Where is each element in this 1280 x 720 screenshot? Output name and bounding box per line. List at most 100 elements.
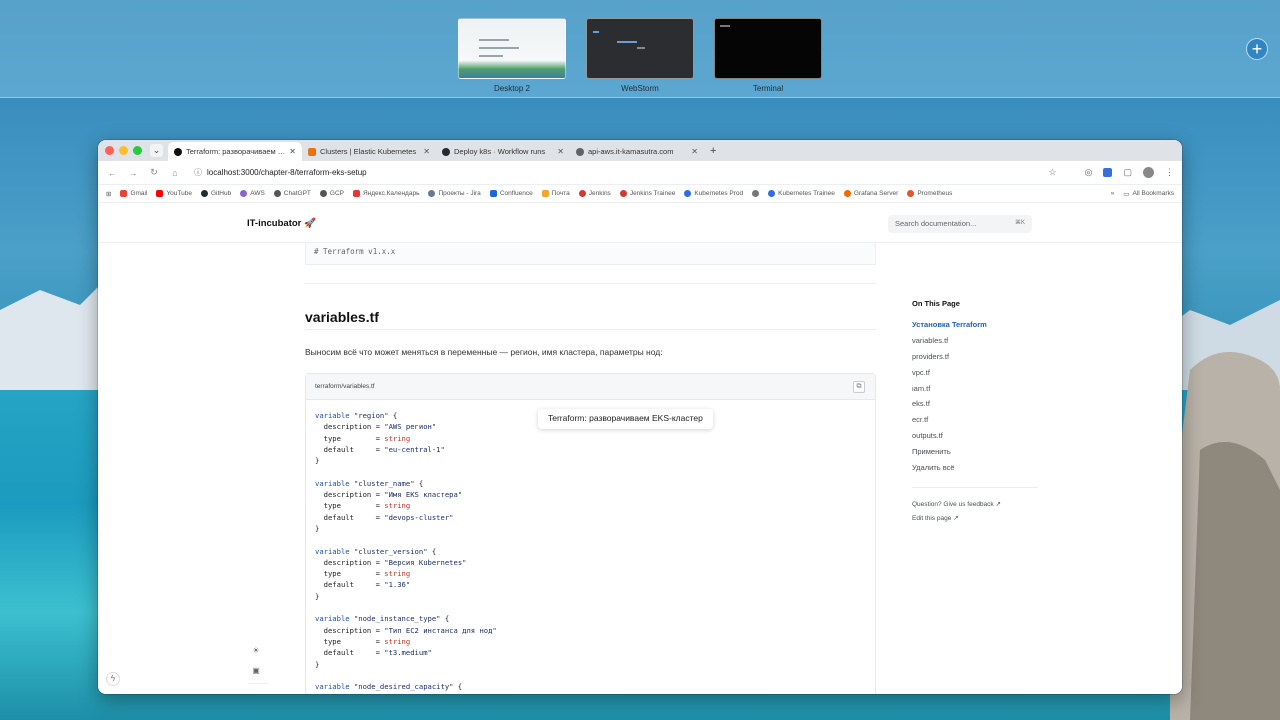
menu-kebab-icon[interactable]: ⋮ <box>1165 167 1174 178</box>
bookmark-item[interactable]: Jenkins <box>578 190 611 197</box>
space-desktop-2[interactable]: Desktop 2 <box>458 18 566 96</box>
tab-deploy[interactable]: Deploy k8s · Workflow runs ✕ <box>436 142 570 161</box>
toc-item[interactable]: outputs.tf <box>912 431 1042 447</box>
code-token: variable <box>315 478 354 488</box>
bookmark-item[interactable]: AWS <box>240 190 265 197</box>
bookmark-favicon <box>319 190 327 197</box>
arrow-right-icon[interactable]: → <box>127 168 139 178</box>
bookmark-favicon <box>352 190 360 197</box>
fullscreen-window-button[interactable] <box>133 146 142 155</box>
code-token: "cluster_version" <box>353 546 428 556</box>
toc-item[interactable]: providers.tf <box>912 352 1042 368</box>
space-webstorm[interactable]: WebStorm <box>586 18 694 96</box>
toc-item[interactable]: eks.tf <box>912 399 1042 415</box>
toc-item[interactable]: Удалить всё <box>912 463 1042 479</box>
bookmark-item[interactable]: Confluence <box>489 190 533 197</box>
extensions-puzzle-icon[interactable]: ▢ <box>1123 167 1132 178</box>
bookmark-favicon <box>541 190 549 197</box>
feedback-link[interactable]: Question? Give us feedback ↗ <box>912 500 1042 514</box>
toc-item[interactable]: Установка Terraform <box>912 320 1042 336</box>
close-icon[interactable]: ✕ <box>557 147 564 156</box>
tab-title: Clusters | Elastic Kubernetes <box>320 147 417 156</box>
bookmark-label: GitHub <box>210 190 232 197</box>
tab-title: Terraform: разворачиваем EKS <box>186 147 286 156</box>
site-header: IT-incubator 🚀 Search documentation... ⌘… <box>98 203 1182 243</box>
close-window-button[interactable] <box>105 146 114 155</box>
code-token: type = <box>315 636 385 646</box>
code-token: description = <box>315 625 385 635</box>
space-terminal[interactable]: Terminal <box>714 18 822 96</box>
code-token: type = <box>315 433 385 443</box>
edit-page-link[interactable]: Edit this page ↗ <box>912 514 1042 528</box>
code-token: description = <box>315 557 385 567</box>
minimize-window-button[interactable] <box>119 146 128 155</box>
bookmark-label: Gmail <box>130 190 148 197</box>
arrow-left-icon[interactable]: ← <box>106 168 118 178</box>
bookmark-label: Jenkins Trainee <box>629 190 676 197</box>
toc-list: Установка Terraform variables.tf providers… <box>912 320 1042 479</box>
divider <box>305 283 876 284</box>
bookmark-item[interactable]: Почта <box>541 190 570 197</box>
browser-window: ⌄ Terraform: разворачиваем EKS ✕ Cluster… <box>98 140 1182 694</box>
toc-item[interactable]: variables.tf <box>912 336 1042 352</box>
extension-icon[interactable] <box>1103 168 1113 177</box>
browser-titlebar: ⌄ Terraform: разворачиваем EKS ✕ Cluster… <box>98 140 1182 161</box>
sun-icon[interactable]: ☀ <box>248 646 264 666</box>
bookmark-item[interactable] <box>752 190 760 197</box>
code-line: description = "Тип EC2 инстанса для нод" <box>315 625 866 636</box>
code-token: } <box>315 591 320 601</box>
code-line: type = string <box>315 433 866 444</box>
toc-item[interactable]: iam.tf <box>912 384 1042 400</box>
bookmark-item[interactable]: Яндекс.Календарь <box>352 190 419 197</box>
toc-item[interactable]: ecr.tf <box>912 415 1042 431</box>
code-line: } <box>315 455 866 466</box>
bookmark-item[interactable]: Prometheus <box>907 190 952 197</box>
tab-search-chevron-icon[interactable]: ⌄ <box>150 144 163 157</box>
code-line: } <box>315 659 866 670</box>
apps-grid-icon[interactable]: ⊞ <box>106 190 111 198</box>
bookmark-item[interactable]: GCP <box>319 190 344 197</box>
bookmark-item[interactable]: Grafana Server <box>843 190 898 197</box>
star-icon[interactable]: ☆ <box>1049 167 1057 178</box>
address-bar[interactable]: ⓘ localhost:3000/chapter-8/terraform-eks… <box>190 164 1040 181</box>
bookmark-item[interactable]: Проекты - Jira <box>428 190 481 197</box>
bookmark-item[interactable]: Gmail <box>120 190 147 197</box>
bolt-icon[interactable]: ϟ <box>106 672 120 686</box>
copy-icon[interactable]: ⧉ <box>853 381 865 393</box>
site-info-icon[interactable]: ⓘ <box>194 167 202 178</box>
code-token: } <box>315 456 320 466</box>
bookmark-item[interactable]: YouTube <box>156 190 192 197</box>
code-line: variable "cluster_name" { <box>315 478 866 489</box>
bookmark-item[interactable]: Kubernetes Trainee <box>768 190 835 197</box>
bookmark-item[interactable]: Jenkins Trainee <box>619 190 676 197</box>
bookmark-item[interactable]: ChatGPT <box>273 190 311 197</box>
reload-icon[interactable]: ↻ <box>148 167 160 178</box>
bookmark-item[interactable]: Kubernetes Prod <box>684 190 743 197</box>
all-bookmarks-button[interactable]: ▭ All Bookmarks <box>1123 190 1174 198</box>
space-thumbnail <box>714 18 822 79</box>
avatar[interactable] <box>1143 167 1154 178</box>
bookmark-item[interactable]: GitHub <box>200 190 232 197</box>
tab-clusters[interactable]: Clusters | Elastic Kubernetes ✕ <box>302 142 436 161</box>
close-icon[interactable]: ✕ <box>423 147 430 156</box>
add-space-button[interactable]: + <box>1246 38 1268 60</box>
divider <box>305 329 876 330</box>
site-logo[interactable]: IT-incubator 🚀 <box>247 218 316 229</box>
new-tab-button[interactable]: + <box>704 142 722 161</box>
more-bookmarks-button[interactable]: » <box>1111 190 1115 197</box>
code-line: default = "1.36" <box>315 579 866 590</box>
toc-item[interactable]: Применить <box>912 447 1042 463</box>
docs-page: IT-incubator 🚀 Search documentation... ⌘… <box>98 203 1182 694</box>
close-icon[interactable]: ✕ <box>691 147 698 156</box>
space-label: WebStorm <box>621 84 659 93</box>
home-icon[interactable]: ⌂ <box>169 168 181 178</box>
extension-icon[interactable]: ◎ <box>1085 167 1093 178</box>
toc-item[interactable]: vpc.tf <box>912 368 1042 384</box>
bookmark-label: Проекты - Jira <box>438 190 481 197</box>
code-line: } <box>315 523 866 534</box>
close-icon[interactable]: ✕ <box>289 147 296 156</box>
search-input[interactable]: Search documentation... ⌘K <box>888 215 1032 233</box>
sidebar-icon[interactable]: ▣ <box>248 666 264 686</box>
tab-api-aws[interactable]: api-aws.it-kamasutra.com ✕ <box>570 142 704 161</box>
tab-terraform[interactable]: Terraform: разворачиваем EKS ✕ <box>168 142 302 161</box>
